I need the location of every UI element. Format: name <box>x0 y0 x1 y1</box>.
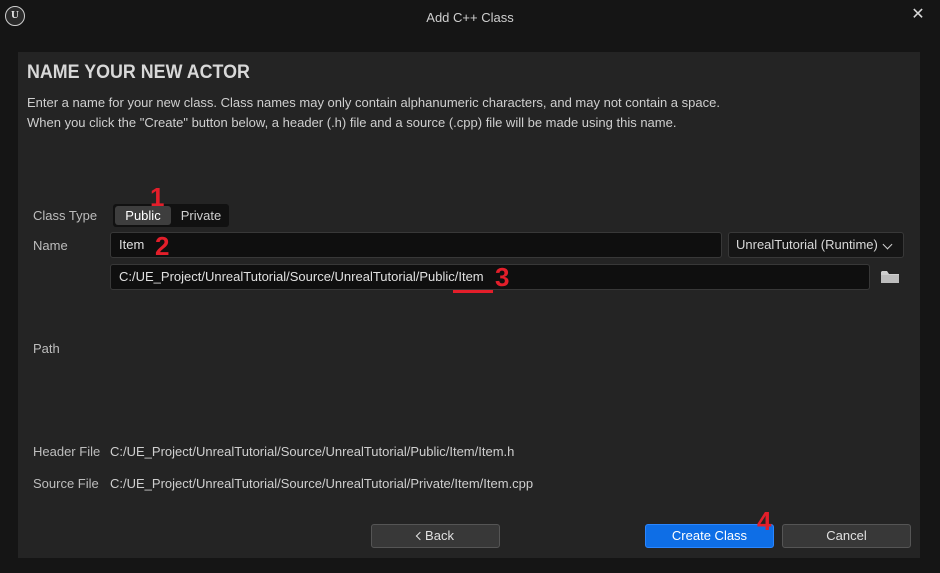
path-label: Path <box>33 341 60 356</box>
create-class-button-label: Create Class <box>671 528 748 543</box>
back-button[interactable]: Back <box>371 524 500 548</box>
close-icon[interactable]: ✕ <box>908 4 928 24</box>
annotation-1: 1 <box>150 182 165 212</box>
module-dropdown[interactable]: UnrealTutorial (Runtime) <box>728 232 904 258</box>
back-button-label: Back <box>425 528 454 543</box>
annotation-4: 4 <box>757 506 772 536</box>
source-file-label: Source File <box>33 476 99 491</box>
class-type-private-option[interactable]: Private <box>175 206 227 225</box>
name-label: Name <box>33 238 68 253</box>
chevron-down-icon <box>882 239 893 250</box>
window-title: Add C++ Class <box>426 10 514 25</box>
cancel-button-label: Cancel <box>826 528 867 543</box>
source-file-value: C:/UE_Project/UnrealTutorial/Source/Unre… <box>110 476 534 491</box>
title-bar: U Add C++ Class ✕ <box>0 0 940 38</box>
module-dropdown-value: UnrealTutorial (Runtime) <box>736 237 878 252</box>
class-type-toggle: Public Private <box>113 204 229 227</box>
description-line-2: When you click the "Create" button below… <box>27 115 677 130</box>
annotation-underline <box>453 290 493 293</box>
header-file-label: Header File <box>33 444 101 459</box>
cancel-button[interactable]: Cancel <box>782 524 911 548</box>
chevron-left-icon <box>415 531 425 541</box>
create-class-button[interactable]: Create Class <box>645 524 774 548</box>
folder-icon[interactable] <box>881 270 899 284</box>
path-input[interactable]: C:/UE_Project/UnrealTutorial/Source/Unre… <box>110 264 870 290</box>
annotation-3: 3 <box>495 262 510 292</box>
page-title: NAME YOUR NEW ACTOR <box>27 62 250 83</box>
class-type-label: Class Type <box>33 208 98 223</box>
description-line-1: Enter a name for your new class. Class n… <box>27 95 720 110</box>
annotation-2: 2 <box>155 231 170 261</box>
class-name-input[interactable]: Item <box>110 232 722 258</box>
header-file-value: C:/UE_Project/UnrealTutorial/Source/Unre… <box>110 444 515 459</box>
